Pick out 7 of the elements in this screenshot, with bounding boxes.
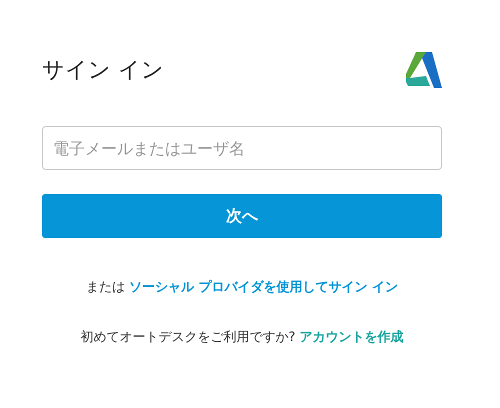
email-input-field[interactable]: 電子メールまたはユーザ名: [42, 126, 442, 170]
create-account-link[interactable]: アカウントを作成: [300, 330, 404, 345]
sign-in-title: サイン イン: [42, 57, 164, 85]
create-account-text: 初めてオートデスクをご利用ですか? アカウントを作成: [79, 329, 405, 346]
social-sign-in-text: または ソーシャル プロバイダを使用してサイン イン: [84, 278, 400, 296]
social-sign-in-link[interactable]: ソーシャル プロバイダを使用してサイン イン: [129, 280, 398, 295]
next-button[interactable]: 次へ: [42, 194, 442, 238]
